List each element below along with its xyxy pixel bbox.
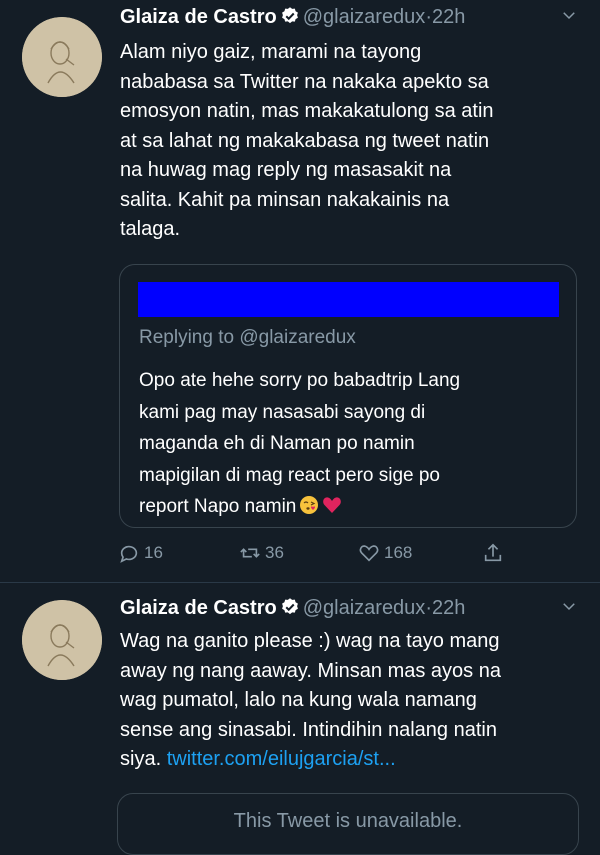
tweet[interactable]: Glaiza de Castro @glaizaredux·22h Wag na … — [0, 583, 600, 855]
unavailable-quoted-tweet[interactable]: This Tweet is unavailable. — [117, 793, 579, 855]
chevron-down-icon[interactable] — [560, 597, 578, 620]
tweet-link[interactable]: twitter.com/eilujgarcia/st... — [167, 748, 396, 770]
verified-badge-icon — [280, 6, 300, 26]
red-heart-emoji — [322, 494, 342, 514]
author-handle[interactable]: @glaizaredux — [303, 6, 426, 28]
like-button[interactable]: 168 — [358, 540, 412, 566]
quoted-tweet[interactable]: Replying to @glaizaredux Opo ate hehe so… — [119, 264, 577, 528]
reply-count: 16 — [144, 543, 163, 562]
author-name[interactable]: Glaiza de Castro — [120, 597, 277, 619]
tweet-actions: 16 36 168 — [118, 540, 518, 566]
tweet-text: Alam niyo gaiz, marami na tayong nababas… — [120, 41, 494, 240]
tweet-text: Wag na ganito please :) wag na tayo mang… — [120, 627, 582, 775]
reply-button[interactable]: 16 — [118, 540, 163, 566]
retweet-icon — [239, 542, 265, 564]
verified-badge-icon — [280, 597, 300, 617]
tweet-header: Glaiza de Castro @glaizaredux·22h — [120, 597, 586, 627]
like-icon — [358, 542, 384, 564]
tweet-time[interactable]: 22h — [432, 6, 465, 28]
replying-to-label: Replying to @glaizaredux — [139, 327, 356, 348]
retweet-count: 36 — [265, 543, 284, 562]
separator-dot: · — [425, 6, 432, 28]
reply-icon — [118, 542, 144, 564]
retweet-button[interactable]: 36 — [239, 540, 284, 566]
unavailable-label: This Tweet is unavailable. — [233, 810, 463, 832]
author-handle[interactable]: @glaizaredux — [303, 597, 426, 619]
share-button[interactable] — [482, 540, 508, 566]
separator-dot: · — [425, 597, 432, 619]
avatar-illustration-icon — [22, 17, 102, 97]
avatar[interactable] — [22, 600, 102, 680]
kissing-face-emoji — [299, 494, 319, 514]
redacted-author-banner — [138, 282, 559, 317]
share-icon — [482, 542, 508, 564]
author-name[interactable]: Glaiza de Castro — [120, 6, 277, 28]
avatar[interactable] — [22, 17, 102, 97]
avatar-illustration-icon — [22, 600, 102, 680]
chevron-down-icon[interactable] — [560, 6, 578, 29]
tweet[interactable]: Glaiza de Castro @glaizaredux·22h Alam ni… — [0, 0, 600, 583]
tweet-time[interactable]: 22h — [432, 597, 465, 619]
like-count: 168 — [384, 543, 413, 562]
quoted-tweet-text: Opo ate hehe sorry po babadtrip Lang kam… — [139, 365, 559, 523]
tweet-header: Glaiza de Castro @glaizaredux·22h — [120, 6, 586, 36]
